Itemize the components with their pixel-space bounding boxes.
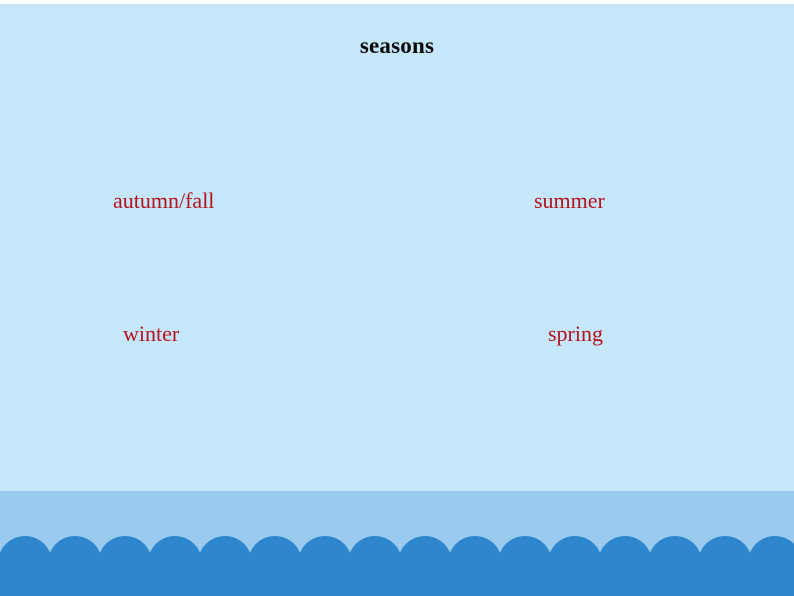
bubble-shape <box>423 560 477 596</box>
bubble-shape <box>273 560 327 596</box>
bubble-row-front <box>0 560 794 596</box>
bubble-shape <box>173 560 227 596</box>
bubble-shape <box>773 560 794 596</box>
bubble-shape <box>523 560 577 596</box>
bubble-shape <box>723 560 777 596</box>
bubble-shape <box>473 560 527 596</box>
season-label-autumn: autumn/fall <box>113 188 215 213</box>
slide-background-upper <box>0 4 794 491</box>
bubble-shape <box>323 560 377 596</box>
slide-canvas: seasons autumn/fall summer winter spring <box>0 0 794 596</box>
bubble-shape <box>373 560 427 596</box>
season-label-spring: spring <box>548 321 603 346</box>
bubble-shape <box>623 560 677 596</box>
page-title: seasons <box>359 33 435 58</box>
season-label-winter: winter <box>123 321 180 346</box>
bubble-shape <box>73 560 127 596</box>
season-label-summer: summer <box>534 188 605 213</box>
bubble-shape <box>123 560 177 596</box>
bubble-shape <box>23 560 77 596</box>
bubble-shape <box>573 560 627 596</box>
bubble-shape <box>673 560 727 596</box>
bubble-shape <box>223 560 277 596</box>
